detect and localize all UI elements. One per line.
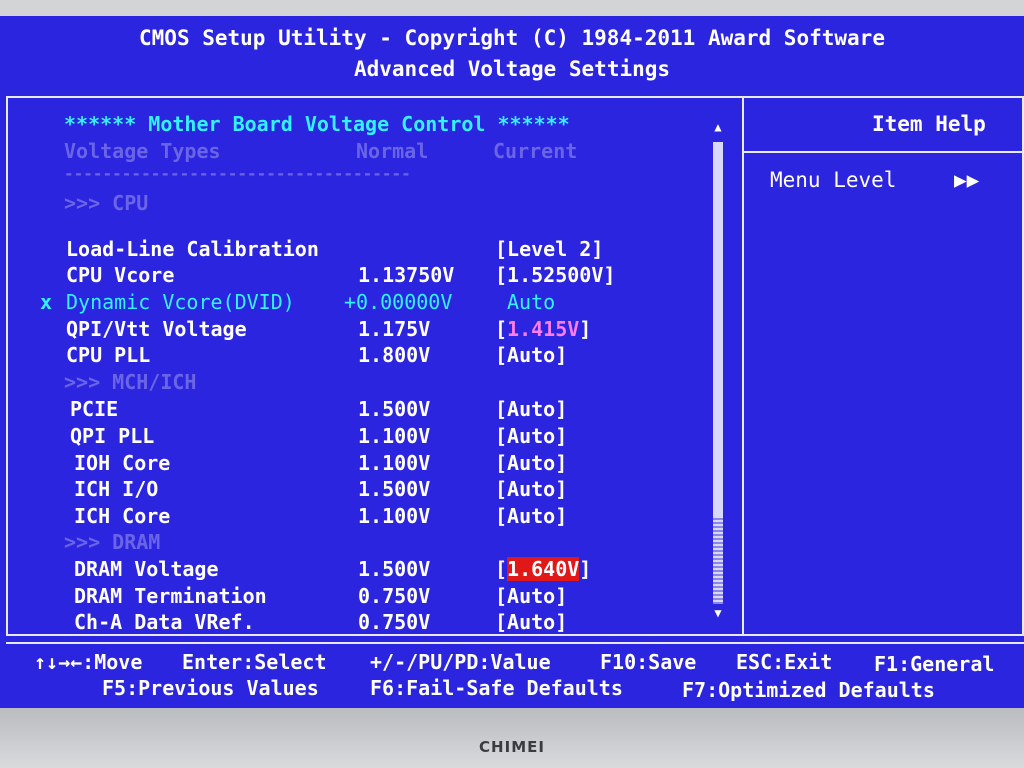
footer-key-previous-values: F5:Previous Values	[102, 676, 319, 700]
scroll-up-arrow-icon[interactable]: ▲	[710, 120, 726, 140]
setting-value[interactable]: [1.52500V]	[495, 263, 615, 287]
setting-row-dram-voltage[interactable]: DRAM Voltage 1.500V [1.640V]	[64, 557, 704, 583]
setting-normal: 1.800V	[358, 343, 431, 367]
setting-value[interactable]: [Level 2]	[495, 237, 603, 261]
setting-label: Ch-A Data VRef.	[74, 610, 255, 634]
column-separator: ------------------------------------	[64, 164, 411, 183]
footer-key-move: ↑↓→←:Move	[34, 650, 143, 674]
setting-value-text: 1.415V	[507, 317, 580, 341]
setting-row-load-line-calibration[interactable]: Load-Line Calibration [Level 2]	[64, 237, 704, 263]
setting-label: QPI/Vtt Voltage	[66, 317, 247, 341]
setting-value[interactable]: [Auto]	[495, 477, 567, 501]
setting-value[interactable]: [Auto]	[495, 397, 567, 421]
setting-normal: 1.500V	[358, 557, 431, 581]
footer-key-exit: ESC:Exit	[736, 650, 833, 674]
setting-row-ioh-core[interactable]: IOH Core 1.100V [Auto]	[64, 451, 704, 477]
setting-row-dram-termination[interactable]: DRAM Termination 0.750V [Auto]	[64, 584, 704, 610]
setting-value[interactable]: [Auto]	[495, 343, 567, 367]
setting-normal: +0.00000V	[344, 290, 453, 314]
bracket-close: ]	[579, 317, 592, 341]
menu-level-arrow-icon: ▶▶	[954, 168, 980, 192]
setting-label: DRAM Voltage	[74, 557, 219, 581]
bios-screen: CMOS Setup Utility - Copyright (C) 1984-…	[0, 16, 1024, 708]
setting-label: ICH Core	[74, 504, 171, 528]
setting-value[interactable]: [Auto]	[495, 610, 567, 634]
setting-label: DRAM Termination	[74, 584, 267, 608]
group-header-dram: >>> DRAM	[64, 530, 161, 554]
utility-title: CMOS Setup Utility - Copyright (C) 1984-…	[139, 26, 885, 50]
setting-normal: 1.100V	[358, 451, 431, 475]
settings-panel: ****** Mother Board Voltage Control ****…	[40, 112, 704, 634]
monitor-brand-logo: CHIMEI	[479, 738, 545, 756]
bracket-close: ]	[579, 557, 592, 581]
footer-key-value: +/-/PU/PD:Value	[370, 650, 551, 674]
setting-value[interactable]: [Auto]	[495, 424, 567, 448]
menu-level-label: Menu Level	[770, 168, 897, 192]
group-header-mch-ich: >>> MCH/ICH	[64, 370, 197, 394]
setting-row-ich-core[interactable]: ICH Core 1.100V [Auto]	[64, 504, 704, 530]
setting-label: CPU PLL	[66, 343, 151, 367]
setting-label: PCIE	[70, 397, 119, 421]
item-help-title: Item Help	[872, 112, 986, 136]
setting-label: Load-Line Calibration	[66, 237, 319, 261]
column-header-normal: Normal	[356, 139, 429, 163]
setting-normal: 1.175V	[358, 317, 431, 341]
setting-label: Dynamic Vcore(DVID)	[66, 290, 295, 314]
setting-normal: 0.750V	[358, 610, 431, 634]
setting-label: QPI PLL	[70, 424, 155, 448]
footer-key-fail-safe-defaults: F6:Fail-Safe Defaults	[370, 676, 623, 700]
group-header-cpu: >>> CPU	[64, 191, 149, 215]
footer-key-optimized-defaults: F7:Optimized Defaults	[682, 678, 935, 702]
page-title: Advanced Voltage Settings	[353, 57, 671, 81]
bracket-open: [	[495, 557, 508, 581]
footer-key-select: Enter:Select	[182, 650, 327, 674]
setting-value: Auto	[507, 290, 556, 314]
setting-row-qpi-vtt-voltage[interactable]: QPI/Vtt Voltage 1.175V [1.415V]	[64, 317, 704, 343]
setting-row-qpi-pll[interactable]: QPI PLL 1.100V [Auto]	[64, 424, 704, 450]
setting-label: ICH I/O	[74, 477, 159, 501]
setting-row-dynamic-vcore: x Dynamic Vcore(DVID) +0.00000V Auto	[40, 290, 704, 316]
column-header-current: Current	[493, 139, 578, 163]
help-separator	[744, 151, 1024, 153]
setting-value[interactable]: [1.415V]	[495, 317, 591, 341]
setting-label: IOH Core	[74, 451, 171, 475]
setting-row-pcie[interactable]: PCIE 1.500V [Auto]	[64, 397, 704, 423]
column-header-types: Voltage Types	[64, 139, 221, 163]
setting-normal: 1.500V	[358, 397, 431, 421]
footer-key-general: F1:General	[874, 652, 995, 676]
setting-value[interactable]: [1.640V]	[495, 557, 591, 581]
setting-value-text: 1.640V	[507, 557, 580, 581]
bracket-open: [	[495, 317, 508, 341]
setting-normal: 0.750V	[358, 584, 431, 608]
help-divider	[742, 96, 744, 636]
section-title: ****** Mother Board Voltage Control ****…	[64, 112, 570, 136]
footer-separator	[6, 642, 1024, 644]
setting-row-ich-io[interactable]: ICH I/O 1.500V [Auto]	[64, 477, 704, 503]
disabled-marker: x	[40, 290, 53, 314]
setting-normal: 1.500V	[358, 477, 431, 501]
scroll-down-arrow-icon[interactable]: ▼	[710, 606, 726, 626]
setting-row-cpu-pll[interactable]: CPU PLL 1.800V [Auto]	[64, 343, 704, 369]
monitor-bezel-bottom: CHIMEI	[0, 708, 1024, 768]
footer-key-save: F10:Save	[600, 650, 697, 674]
setting-row-ch-a-data-vref[interactable]: Ch-A Data VRef. 0.750V [Auto]	[64, 610, 704, 636]
setting-normal: 1.100V	[358, 424, 431, 448]
setting-normal: 1.100V	[358, 504, 431, 528]
setting-label: CPU Vcore	[66, 263, 175, 287]
scrollbar[interactable]: ▲ ▼	[710, 120, 726, 626]
setting-value[interactable]: [Auto]	[495, 504, 567, 528]
scrollbar-thumb[interactable]	[713, 518, 723, 604]
setting-row-cpu-vcore[interactable]: CPU Vcore 1.13750V [1.52500V]	[64, 263, 704, 289]
setting-normal: 1.13750V	[358, 263, 455, 287]
setting-value[interactable]: [Auto]	[495, 584, 567, 608]
setting-value[interactable]: [Auto]	[495, 451, 567, 475]
